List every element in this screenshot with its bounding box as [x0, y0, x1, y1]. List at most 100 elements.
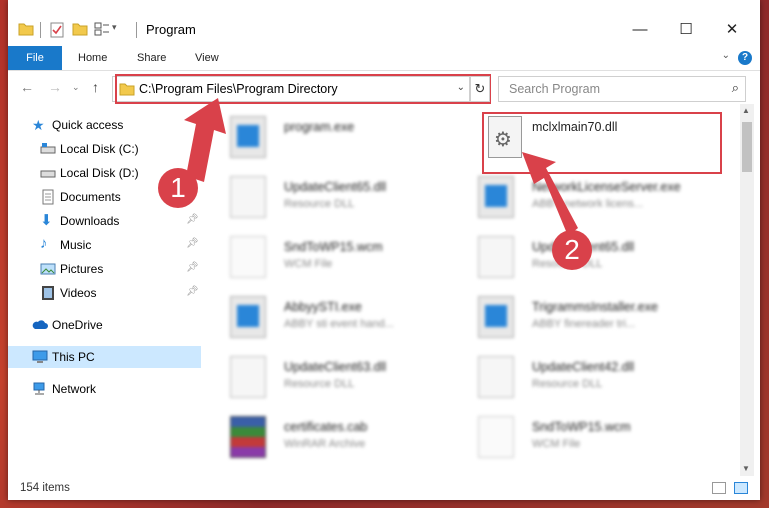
download-icon: ⬇ [40, 212, 53, 229]
window-title: Program [146, 22, 196, 37]
maximize-button[interactable]: ☐ [664, 18, 708, 42]
sidebar-item-network[interactable]: Network [8, 378, 201, 400]
cloud-icon [32, 320, 48, 329]
list-item[interactable]: SndToWP15.wcm WCM File [208, 230, 438, 284]
sidebar-item-videos[interactable]: Videos 📌︎ [8, 282, 201, 304]
application-icon [478, 176, 514, 218]
help-button[interactable]: ? [738, 51, 752, 65]
file-description: Resource DLL [284, 198, 355, 210]
tab-view[interactable]: View [195, 46, 219, 70]
step-1-badge: 1 [158, 168, 198, 208]
list-item[interactable]: UpdateClient65.dll Resource DLL [208, 170, 438, 224]
pin-icon[interactable]: 📌︎ [186, 238, 199, 249]
sidebar-item-label: OneDrive [52, 318, 103, 332]
dll-file-icon [478, 236, 514, 278]
pictures-icon [40, 263, 56, 275]
file-name: AbbyySTI.exe [284, 300, 362, 314]
file-description: Resource DLL [284, 378, 355, 390]
sidebar-item-quick-access[interactable]: ★ Quick access [8, 114, 201, 136]
sidebar-item-label: Videos [60, 286, 97, 300]
step-2-badge: 2 [552, 230, 592, 270]
separator [40, 22, 41, 38]
recent-locations-icon[interactable]: ⌄ [72, 82, 80, 93]
videos-icon [42, 286, 54, 300]
sidebar-item-pictures[interactable]: Pictures 📌︎ [8, 258, 201, 280]
pin-icon[interactable]: 📌︎ [186, 286, 199, 297]
ribbon-tabs: File Home Share View [8, 46, 760, 71]
tab-share[interactable]: Share [137, 46, 166, 70]
forward-arrow-icon[interactable]: → [48, 79, 62, 95]
sidebar-item-this-pc[interactable]: This PC [8, 346, 201, 368]
large-icons-view-icon[interactable] [734, 482, 748, 494]
expand-ribbon-icon[interactable]: ⌄ [722, 50, 730, 61]
list-item[interactable]: UpdateClient63.dll Resource DLL [208, 350, 438, 404]
file-name: TrigrammsInstaller.exe [532, 300, 658, 314]
refresh-icon[interactable]: ↻ [470, 76, 490, 102]
close-button[interactable]: ✕ [710, 18, 754, 42]
music-icon: ♪ [40, 235, 48, 252]
file-name: program.exe [284, 120, 355, 134]
application-icon [478, 296, 514, 338]
document-icon [478, 416, 514, 458]
sidebar-item-music[interactable]: ♪ Music 📌︎ [8, 234, 201, 256]
new-folder-icon[interactable] [72, 22, 88, 36]
list-item[interactable]: AbbyySTI.exe ABBY sti event hand... [208, 290, 438, 344]
file-explorer-window: ▾ Program — ☐ ✕ File Home Share View ⌄ ?… [8, 0, 760, 500]
scrollbar-thumb[interactable] [742, 122, 752, 172]
list-item[interactable]: NetworkLicenseServer.exe ABBY network li… [456, 170, 686, 224]
vertical-scrollbar[interactable]: ▲ ▼ [740, 104, 754, 476]
sidebar-item-downloads[interactable]: ⬇ Downloads 📌︎ [8, 210, 201, 232]
pin-icon[interactable]: 📌︎ [186, 262, 199, 273]
details-view-icon[interactable] [712, 482, 726, 494]
dropdown-arrow-icon[interactable]: ▾ [112, 22, 117, 33]
sidebar-item-local-disk-c[interactable]: Local Disk (C:) [8, 138, 201, 160]
back-arrow-icon[interactable]: ← [20, 79, 34, 95]
dll-file-icon [478, 356, 514, 398]
file-description: Resource DLL [532, 378, 603, 390]
minimize-button[interactable]: — [618, 18, 662, 42]
file-name: certificates.cab [284, 420, 368, 434]
file-name: UpdateClient65.dll [284, 180, 387, 194]
application-icon [230, 296, 266, 338]
archive-icon [230, 416, 266, 458]
list-item[interactable]: UpdateClient42.dll Resource DLL [456, 350, 686, 404]
sidebar-item-label: Downloads [60, 214, 120, 228]
search-placeholder: Search Program [509, 82, 601, 96]
properties-icon[interactable] [50, 22, 64, 38]
pin-icon[interactable]: 📌︎ [186, 214, 199, 225]
search-input[interactable]: Search Program ⌕ [498, 76, 746, 102]
list-item[interactable]: program.exe [208, 110, 438, 164]
separator [136, 22, 137, 38]
scroll-down-icon[interactable]: ▼ [742, 464, 750, 473]
file-description: WinRAR Archive [284, 438, 366, 450]
folder-icon [18, 23, 34, 36]
tab-file[interactable]: File [8, 46, 62, 70]
sidebar-item-label: Quick access [52, 118, 124, 132]
sidebar-item-label: This PC [52, 350, 95, 364]
list-item[interactable]: certificates.cab WinRAR Archive [208, 410, 438, 464]
sidebar-item-label: Local Disk (D:) [60, 166, 139, 180]
address-highlight-box [115, 74, 491, 104]
sidebar-item-label: Pictures [60, 262, 104, 276]
drive-icon [40, 170, 56, 178]
list-item[interactable]: TrigrammsInstaller.exe ABBY finereader t… [456, 290, 686, 344]
star-icon: ★ [32, 117, 45, 133]
navigation-pane: ★ Quick access Local Disk (C:) Local Dis… [8, 108, 201, 468]
file-highlight-box [482, 112, 722, 174]
file-name: UpdateClient42.dll [532, 360, 635, 374]
customize-toolbar-icon[interactable] [94, 22, 110, 36]
up-arrow-icon[interactable]: ↑ [92, 79, 99, 95]
list-item[interactable]: SndToWP15.wcm WCM File [456, 410, 686, 464]
sidebar-item-onedrive[interactable]: OneDrive [8, 314, 201, 336]
file-description: WCM File [532, 438, 581, 450]
sidebar-item-label: Network [52, 382, 97, 396]
file-description: WCM File [284, 258, 333, 270]
file-name: SndToWP15.wcm [532, 420, 631, 434]
file-name: SndToWP15.wcm [284, 240, 383, 254]
file-description: ABBY network licens... [532, 198, 644, 210]
item-count: 154 items [20, 482, 70, 494]
tab-home[interactable]: Home [78, 46, 107, 70]
scroll-up-icon[interactable]: ▲ [742, 106, 750, 115]
application-icon [230, 116, 266, 158]
sidebar-item-label: Documents [60, 190, 121, 204]
